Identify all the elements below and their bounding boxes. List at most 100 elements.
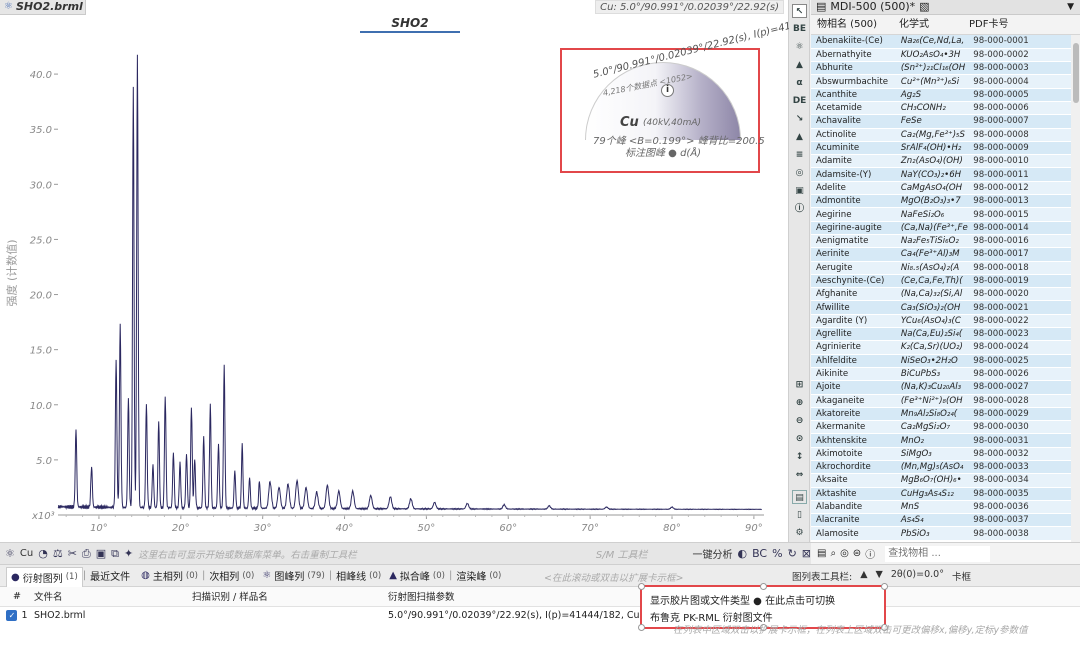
mineral-row[interactable]: Aegirine NaFeSi₂O₆ 98-000-0015 bbox=[811, 207, 1080, 222]
row-checkbox[interactable]: ✓ bbox=[6, 610, 18, 622]
tab-7[interactable]: 渲染峰 (0) bbox=[452, 568, 505, 584]
box-icon[interactable]: ▯ bbox=[792, 508, 807, 522]
atoms-icon[interactable]: ⚛ bbox=[792, 40, 807, 54]
info-icon[interactable]: i bbox=[661, 84, 674, 97]
mineral-row[interactable]: Alamosite PbSiO₃ 98-000-0038 bbox=[811, 526, 1080, 541]
mineral-row[interactable]: Akermanite Ca₂MgSi₂O₇ 98-000-0030 bbox=[811, 420, 1080, 435]
mineral-row[interactable]: Agardite (Y) YCu₆(AsO₄)₃(C 98-000-0022 bbox=[811, 314, 1080, 329]
col-sample[interactable]: 扫描识别 / 样品名 bbox=[188, 587, 384, 607]
mineral-row[interactable]: Admontite MgO(B₂O₃)₃•7 98-000-0013 bbox=[811, 194, 1080, 209]
db-search-icon[interactable]: ⌕ bbox=[830, 548, 836, 559]
mineral-row[interactable]: Adelite CaMgAsO₄(OH 98-000-0012 bbox=[811, 181, 1080, 196]
mineral-row[interactable]: Adamsite-(Y) NaY(CO₃)₂•6H 98-000-0011 bbox=[811, 167, 1080, 182]
tab-4[interactable]: ⚛ 图峰列 (79) bbox=[258, 568, 328, 583]
expand-icon[interactable]: ↕ bbox=[792, 450, 807, 464]
pattern-view[interactable]: 5.0 10.0 15.0 20.0 25.0 30.0 35.0 40.0 x10³ 10° 20… bbox=[0, 0, 811, 542]
col-number[interactable]: # bbox=[0, 587, 30, 607]
de-icon[interactable]: DE bbox=[792, 94, 807, 108]
radiation-selector[interactable]: Cu bbox=[20, 548, 33, 559]
cursor-icon[interactable]: ↖ bbox=[792, 4, 807, 18]
mineral-row[interactable]: Akaganeite (Fe³⁺Ni²⁺)₈(OH 98-000-0028 bbox=[811, 394, 1080, 408]
mineral-row[interactable]: Acetamide CH₃CONH₂ 98-000-0006 bbox=[811, 101, 1080, 116]
print-icon[interactable]: ⎙ bbox=[82, 547, 91, 561]
tab-1[interactable]: 最近文件 bbox=[86, 568, 137, 583]
mineral-row[interactable]: Akrochordite (Mn,Mg)₅(AsO₄ 98-000-0033 bbox=[811, 460, 1080, 475]
mineral-row[interactable]: Akhtenskite MnO₂ 98-000-0031 bbox=[811, 433, 1080, 448]
close-view-icon[interactable]: ⊠ bbox=[802, 547, 811, 560]
mineral-row[interactable]: Agrellite Na(Ca,Eu)₂Si₄(98-000-0023 bbox=[811, 327, 1080, 342]
copy-icon[interactable]: ⧉ bbox=[111, 547, 119, 561]
be-icon[interactable]: BE bbox=[792, 22, 807, 36]
mineral-row[interactable]: Aksaite MgB₆O₇(OH)₆• 98-000-0034 bbox=[811, 473, 1080, 488]
mineral-row[interactable]: Akatoreite Mn₉Al₂Si₈O₂₄(98-000-0029 bbox=[811, 407, 1080, 422]
cube-icon[interactable]: ▣ bbox=[792, 184, 807, 198]
arrow-icon[interactable]: ↘ bbox=[792, 112, 807, 126]
one-click-analysis-button[interactable]: 一键分析 bbox=[692, 546, 732, 561]
document-tab[interactable]: ⚛ SHO2.brml bbox=[0, 0, 86, 15]
mineral-row[interactable]: Achavalite FeSe 98-000-0007 bbox=[811, 114, 1080, 129]
mineral-row[interactable]: Ajoite (Na,K)₃Cu₂₀Al₃ 98-000-0027 bbox=[811, 380, 1080, 395]
pin-icon[interactable]: ▧ bbox=[919, 0, 929, 14]
scale-icon[interactable]: ⚖ bbox=[53, 547, 63, 560]
label-peaks-toggle[interactable]: 标注图峰 ● d(Å) bbox=[625, 144, 701, 159]
mineral-row[interactable]: Aikinite BiCuPbS₃ 98-000-0026 bbox=[811, 367, 1080, 382]
tab-0[interactable]: ● 衍射图列 (1) bbox=[6, 566, 83, 587]
info-circle-icon[interactable]: ⓘ bbox=[792, 202, 807, 216]
move-up-icon[interactable]: ▲ bbox=[860, 569, 867, 583]
two-theta-offset[interactable]: 2θ(0)=0.0° bbox=[891, 569, 944, 583]
mineral-row[interactable]: Adamite Zn₂(AsO₄)(OH) 98-000-0010 bbox=[811, 154, 1080, 169]
mineral-row[interactable]: Akimotoite SiMgO₃ 98-000-0032 bbox=[811, 447, 1080, 462]
mineral-row[interactable]: Acuminite SrAlF₄(OH)•H₂ 98-000-0009 bbox=[811, 141, 1080, 156]
mineral-row[interactable]: Ahlfeldite NiSeO₃•2H₂O 98-000-0025 bbox=[811, 354, 1080, 368]
settings-icon[interactable]: ⚙ bbox=[792, 526, 807, 540]
mineral-scrollbar[interactable] bbox=[1071, 35, 1080, 542]
col-phase-name[interactable]: 物相名 (500) bbox=[811, 15, 893, 34]
fill-peaks-icon[interactable]: ▲ bbox=[792, 130, 807, 144]
mineral-row[interactable]: Alacranite As₄S₄ 98-000-0037 bbox=[811, 513, 1080, 528]
lightbulb-icon[interactable]: ✦ bbox=[124, 547, 133, 560]
tools-icon[interactable]: ✂ bbox=[68, 547, 77, 560]
save-icon[interactable]: ▣ bbox=[96, 547, 106, 560]
zoom-out-icon[interactable]: ⊖ bbox=[792, 414, 807, 428]
zoom-reset-icon[interactable]: ⊙ bbox=[792, 432, 807, 446]
zoom-in-icon[interactable]: ⊕ bbox=[792, 396, 807, 410]
phase-search-input[interactable] bbox=[885, 545, 991, 562]
mineral-row[interactable]: Aktashite CuHg₃As₄S₁₂ 98-000-0035 bbox=[811, 487, 1080, 501]
col-filename[interactable]: 文件名 bbox=[30, 587, 188, 607]
mineral-row[interactable]: Abswurmbachite Cu²⁺(Mn³⁺)₆Si 98-000-0004 bbox=[811, 74, 1080, 89]
tab-3[interactable]: 次相列 (0) bbox=[205, 568, 258, 584]
mineral-row[interactable]: Aerinite Ca₄(Fe³⁺Al)₃M 98-000-0017 bbox=[811, 247, 1080, 262]
col-pdf-card[interactable]: PDF卡号 bbox=[963, 15, 1063, 34]
mineral-row[interactable]: Actinolite Ca₂(Mg,Fe²⁺)₅S 98-000-0008 bbox=[811, 128, 1080, 142]
list-icon[interactable]: ≡ bbox=[792, 148, 807, 162]
dropdown-icon[interactable]: ▼ bbox=[1067, 0, 1074, 14]
db-sort-icon[interactable]: ⊜ bbox=[853, 548, 861, 559]
mineral-scroll-thumb[interactable] bbox=[1072, 43, 1079, 103]
compress-icon[interactable]: ⇔ bbox=[792, 468, 807, 482]
zoom-fit-icon[interactable]: ⊞ bbox=[792, 378, 807, 392]
peaks-icon[interactable]: ▲ bbox=[792, 58, 807, 72]
card-frame-toggle[interactable]: 卡框 bbox=[952, 569, 971, 583]
chart-mode-icon[interactable]: ▤ bbox=[792, 490, 807, 504]
tab-2[interactable]: ◍ 主相列 (0) bbox=[137, 568, 202, 583]
col-formula[interactable]: 化学式 bbox=[893, 15, 963, 34]
mineral-row[interactable]: Abenakiite-(Ce) Na₂₆(Ce,Nd,La, 98-000-0001 bbox=[811, 35, 1080, 49]
mineral-row[interactable]: Aerugite Ni₈.₅(AsO₄)₂(A 98-000-0018 bbox=[811, 261, 1080, 275]
clock-icon[interactable]: ◔ bbox=[38, 547, 48, 560]
tab-6[interactable]: ▲ 拟合峰 (0) bbox=[385, 568, 449, 583]
mineral-row[interactable]: Aegirine-augite (Ca,Na)(Fe³⁺,Fe 98-000-001… bbox=[811, 221, 1080, 235]
mineral-row[interactable]: Afghanite (Na,Ca)₃₂(Si,Al 98-000-0020 bbox=[811, 287, 1080, 302]
mineral-row[interactable]: Alabandite MnS 98-000-0036 bbox=[811, 500, 1080, 515]
bc-icon[interactable]: BC bbox=[752, 547, 767, 560]
mineral-row[interactable]: Acanthite Ag₂S 98-000-0005 bbox=[811, 88, 1080, 102]
radiation-icon[interactable]: ⚛ bbox=[5, 547, 15, 560]
mineral-row[interactable]: Aenigmatite Na₂Fe₅TiSi₆O₂ 98-000-0016 bbox=[811, 234, 1080, 249]
palette-icon[interactable]: ◐ bbox=[737, 547, 747, 560]
move-down-icon[interactable]: ▼ bbox=[876, 569, 883, 583]
percent-icon[interactable]: % bbox=[772, 547, 782, 560]
mineral-row[interactable]: Agrinierite K₂(Ca,Sr)(UO₂) 98-000-0024 bbox=[811, 340, 1080, 355]
db-view-icon[interactable]: ▤ bbox=[817, 548, 826, 559]
refresh-icon[interactable]: ↻ bbox=[788, 547, 797, 560]
mineral-row[interactable]: Afwillite Ca₃(SiO₃)₂(OH 98-000-0021 bbox=[811, 300, 1080, 315]
mineral-row[interactable]: Abhurite (Sn²⁺)₂₁Cl₁₆(OH 98-000-0003 bbox=[811, 61, 1080, 76]
